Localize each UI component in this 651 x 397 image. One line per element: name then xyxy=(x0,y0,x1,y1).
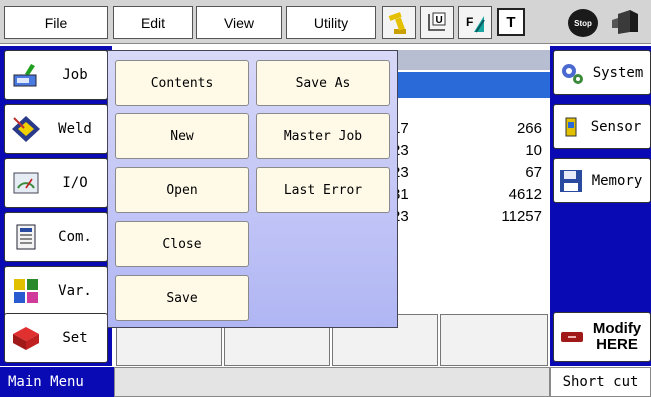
status-message-area xyxy=(114,367,550,397)
modify-icon xyxy=(560,330,584,344)
right-nav-label: System xyxy=(592,64,644,81)
teach-mode-icon[interactable]: T xyxy=(497,8,525,36)
modify-text: Modify xyxy=(592,320,642,337)
left-nav-label: Set xyxy=(62,330,88,346)
table-cell: 266 xyxy=(516,120,542,137)
open-button[interactable]: Open xyxy=(115,167,249,213)
job-icon xyxy=(9,58,43,92)
variable-icon xyxy=(9,274,43,308)
stop-label: Stop xyxy=(574,18,592,28)
right-nav-memory[interactable]: Memory xyxy=(553,158,651,203)
main-menu-button[interactable]: Main Menu xyxy=(0,367,114,397)
last-error-button[interactable]: Last Error xyxy=(256,167,390,213)
system-gear-icon xyxy=(558,59,586,87)
job-popup-menu: Contents Save As New Master Job Open Las… xyxy=(107,50,398,328)
communication-icon xyxy=(9,220,43,254)
new-button[interactable]: New xyxy=(115,113,249,159)
table-cell: 10 xyxy=(525,142,542,159)
left-nav-label: Weld xyxy=(58,121,92,137)
bottom-slot[interactable] xyxy=(440,314,548,366)
floppy-disk-icon xyxy=(558,168,584,194)
sensor-icon xyxy=(560,114,582,140)
table-cell: 67 xyxy=(525,164,542,181)
right-nav-system[interactable]: System xyxy=(553,50,651,95)
left-nav-label: I/O xyxy=(62,175,88,191)
save-button[interactable]: Save xyxy=(115,275,249,321)
file-menu[interactable]: File xyxy=(4,6,108,39)
servo-status-icon[interactable] xyxy=(610,8,640,36)
left-nav-label: Job xyxy=(62,67,88,83)
right-nav-label: Sensor xyxy=(590,118,642,135)
stop-icon[interactable]: Stop xyxy=(568,9,598,37)
f-label: F xyxy=(466,15,473,29)
left-nav-com[interactable]: Com. xyxy=(4,212,108,262)
user-coordinate-icon[interactable]: U xyxy=(420,6,454,39)
right-nav-sensor[interactable]: Sensor xyxy=(553,104,651,149)
short-cut-button[interactable]: Short cut xyxy=(550,367,651,397)
top-menu-bar: File Edit View Utility U F T Stop xyxy=(0,0,651,44)
left-nav-var[interactable]: Var. xyxy=(4,266,108,316)
weld-icon xyxy=(9,112,43,146)
save-as-button[interactable]: Save As xyxy=(256,60,390,106)
left-nav-label: Com. xyxy=(58,229,92,245)
contents-button[interactable]: Contents xyxy=(115,60,249,106)
utility-menu[interactable]: Utility xyxy=(286,6,376,39)
close-button[interactable]: Close xyxy=(115,221,249,267)
function-icon[interactable]: F xyxy=(458,6,492,39)
u-label: U xyxy=(436,15,443,26)
set-icon xyxy=(9,321,43,355)
left-nav-io[interactable]: I/O xyxy=(4,158,108,208)
right-nav-label: Memory xyxy=(591,172,643,189)
left-nav-job[interactable]: Job xyxy=(4,50,108,100)
edit-menu[interactable]: Edit xyxy=(113,6,193,39)
io-gauge-icon xyxy=(9,166,43,200)
robot-arm-icon[interactable] xyxy=(382,6,416,39)
left-nav-weld[interactable]: Weld xyxy=(4,104,108,154)
left-nav-label: Var. xyxy=(58,283,92,299)
view-menu[interactable]: View xyxy=(196,6,282,39)
modify-here-button[interactable]: Modify HERE xyxy=(553,312,651,362)
table-cell: 4612 xyxy=(508,186,542,203)
modify-here-label: Modify HERE xyxy=(584,321,650,353)
here-text: HERE xyxy=(596,336,638,353)
left-nav-set[interactable]: Set xyxy=(4,313,108,363)
master-job-button[interactable]: Master Job xyxy=(256,113,390,159)
table-cell: 11257 xyxy=(501,208,542,225)
